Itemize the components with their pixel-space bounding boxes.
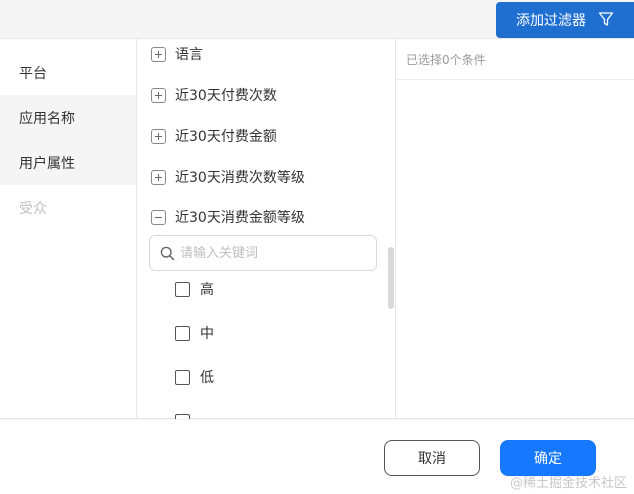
option-label: 中 <box>200 326 214 342</box>
option-partial[interactable] <box>175 412 200 419</box>
category-label: 应用名称 <box>19 110 75 127</box>
search-icon <box>160 246 175 261</box>
attribute-label: 近30天付费次数 <box>175 88 277 104</box>
category-audience[interactable]: 受众 <box>0 185 136 230</box>
expand-icon[interactable] <box>151 87 166 103</box>
attribute-label: 近30天消费次数等级 <box>175 170 305 186</box>
attribute-label: 近30天付费金额 <box>175 129 277 145</box>
category-user-attributes[interactable]: 用户属性 <box>0 140 136 185</box>
add-filter-button[interactable]: 添加过滤器 <box>496 2 634 38</box>
option-high[interactable]: 高 <box>175 280 214 298</box>
checkbox[interactable] <box>175 413 190 419</box>
option-label: 高 <box>200 282 214 298</box>
category-label: 受众 <box>19 200 47 217</box>
attribute-item-pay-amount[interactable]: 近30天付费金额 <box>137 126 387 146</box>
category-list: 平台 应用名称 用户属性 受众 <box>0 39 137 419</box>
collapse-icon[interactable] <box>151 209 166 225</box>
scrollbar-thumb[interactable] <box>388 247 394 309</box>
category-label: 平台 <box>19 65 47 82</box>
attribute-label: 语言 <box>175 47 203 63</box>
selected-conditions: 已选择0个条件 <box>396 39 634 419</box>
confirm-button[interactable]: 确定 <box>500 440 596 476</box>
filter-icon <box>598 12 614 26</box>
watermark: @稀土掘金技术社区 <box>510 476 628 491</box>
expand-icon[interactable] <box>151 128 166 144</box>
attribute-item-language[interactable]: 语言 <box>137 44 387 64</box>
attribute-item-consume-count-level[interactable]: 近30天消费次数等级 <box>137 167 387 187</box>
add-filter-label: 添加过滤器 <box>516 13 586 29</box>
category-app-name[interactable]: 应用名称 <box>0 95 136 140</box>
category-platform[interactable]: 平台 <box>0 50 136 95</box>
search-box <box>149 235 377 271</box>
option-medium[interactable]: 中 <box>175 324 214 342</box>
selected-summary: 已选择0个条件 <box>396 39 634 80</box>
search-input[interactable] <box>180 243 370 263</box>
attribute-item-consume-amount-level[interactable]: 近30天消费金额等级 <box>137 207 387 227</box>
expand-icon[interactable] <box>151 169 166 185</box>
attribute-label: 近30天消费金额等级 <box>175 210 305 226</box>
category-label: 用户属性 <box>19 155 75 172</box>
checkbox[interactable] <box>175 369 190 385</box>
top-bar: 添加过滤器 <box>0 0 634 38</box>
attribute-item-pay-count[interactable]: 近30天付费次数 <box>137 85 387 105</box>
checkbox[interactable] <box>175 325 190 341</box>
cancel-button[interactable]: 取消 <box>384 440 480 476</box>
expand-icon[interactable] <box>151 46 166 62</box>
filter-panel: 平台 应用名称 用户属性 受众 语言 近30天付费次数 近30天付费金额 近30… <box>0 38 634 419</box>
option-label: 低 <box>200 370 214 386</box>
option-low[interactable]: 低 <box>175 368 214 386</box>
checkbox[interactable] <box>175 281 190 297</box>
attribute-list: 语言 近30天付费次数 近30天付费金额 近30天消费次数等级 近30天消费金额… <box>137 39 396 419</box>
